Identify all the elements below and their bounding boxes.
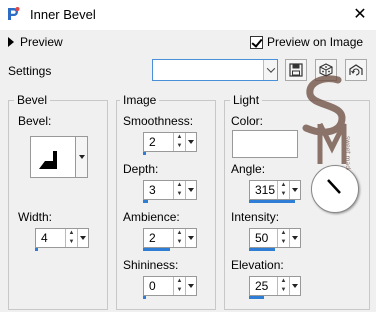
smoothness-level-bar: [143, 152, 147, 155]
checkbox-checked-icon[interactable]: [250, 35, 263, 49]
bevel-label: Bevel:: [18, 114, 52, 128]
dropdown-arrow-icon[interactable]: [77, 229, 88, 247]
spin-down-icon[interactable]: ▼: [174, 238, 185, 247]
dial-needle-icon: [327, 179, 341, 194]
width-spinner[interactable]: 4 ▲ ▼: [35, 228, 89, 251]
settings-label: Settings: [8, 64, 52, 78]
depth-label: Depth:: [123, 162, 159, 176]
width-label: Width:: [18, 210, 53, 224]
spin-down-icon[interactable]: ▼: [174, 190, 185, 199]
smoothness-spinner[interactable]: 2 ▲ ▼: [143, 132, 197, 155]
dropdown-arrow-icon[interactable]: [185, 133, 196, 151]
preview-on-image-checkbox[interactable]: Preview on Image: [250, 35, 363, 49]
bevel-group: [8, 100, 108, 310]
smoothness-label: Smoothness:: [123, 114, 194, 128]
preview-label: Preview: [20, 35, 63, 49]
width-value[interactable]: 4: [36, 229, 65, 247]
preview-on-image-label: Preview on Image: [267, 35, 364, 49]
shininess-label: Shininess:: [123, 258, 179, 272]
bevel-shape-icon: [39, 151, 57, 169]
watermark-logo: sweet made: [302, 75, 351, 170]
preview-toggle[interactable]: Preview: [8, 35, 63, 49]
chevron-down-icon[interactable]: [263, 60, 277, 80]
angle-label: Angle:: [231, 162, 266, 176]
expand-arrow-icon: [8, 37, 14, 47]
shininess-spinner[interactable]: 0 ▲ ▼: [143, 276, 197, 299]
shininess-level-bar: [143, 296, 147, 299]
spin-up-icon[interactable]: ▲: [278, 277, 289, 286]
bevel-shape-preview[interactable]: [30, 136, 76, 178]
ambience-level-bar: [143, 248, 170, 251]
dropdown-arrow-icon[interactable]: [289, 181, 300, 199]
angle-level-bar: [249, 200, 295, 203]
spin-down-icon[interactable]: ▼: [278, 238, 289, 247]
width-level-bar: [35, 248, 39, 251]
smoothness-value[interactable]: 2: [144, 133, 173, 151]
intensity-label: Intensity:: [231, 210, 280, 224]
depth-level-bar: [143, 200, 149, 203]
app-icon: [8, 7, 20, 20]
spin-up-icon[interactable]: ▲: [278, 181, 289, 190]
image-group-title: Image: [120, 93, 160, 107]
bevel-dropdown-button[interactable]: [76, 136, 88, 178]
angle-spinner[interactable]: 315 ▲ ▼: [249, 180, 301, 203]
spin-down-icon[interactable]: ▼: [278, 286, 289, 295]
color-label: Color:: [231, 114, 264, 128]
elevation-label: Elevation:: [231, 258, 284, 272]
spin-down-icon[interactable]: ▼: [66, 238, 77, 247]
close-button[interactable]: ✕: [350, 5, 370, 25]
depth-value[interactable]: 3: [144, 181, 173, 199]
spin-up-icon[interactable]: ▲: [174, 181, 185, 190]
spin-up-icon[interactable]: ▲: [174, 277, 185, 286]
spin-down-icon[interactable]: ▼: [174, 142, 185, 151]
settings-combo[interactable]: [152, 59, 278, 81]
intensity-spinner[interactable]: 50 ▲ ▼: [249, 228, 301, 251]
angle-dial[interactable]: [311, 165, 359, 213]
elevation-level-bar: [249, 296, 264, 299]
light-color-swatch[interactable]: [232, 130, 298, 158]
intensity-value[interactable]: 50: [250, 229, 277, 247]
spin-up-icon[interactable]: ▲: [66, 229, 77, 238]
light-group-title: Light: [230, 93, 263, 107]
window-title: Inner Bevel: [30, 7, 96, 22]
ambience-value[interactable]: 2: [144, 229, 173, 247]
spin-up-icon[interactable]: ▲: [174, 229, 185, 238]
dropdown-arrow-icon[interactable]: [185, 181, 196, 199]
elevation-spinner[interactable]: 25 ▲ ▼: [249, 276, 301, 299]
dropdown-arrow-icon[interactable]: [289, 277, 300, 295]
bevel-group-title: Bevel: [14, 93, 51, 107]
shininess-value[interactable]: 0: [144, 277, 173, 295]
spin-up-icon[interactable]: ▲: [174, 133, 185, 142]
spin-down-icon[interactable]: ▼: [174, 286, 185, 295]
dropdown-arrow-icon[interactable]: [185, 277, 196, 295]
elevation-value[interactable]: 25: [250, 277, 277, 295]
ambience-spinner[interactable]: 2 ▲ ▼: [143, 228, 197, 251]
ambience-label: Ambience:: [123, 210, 180, 224]
dropdown-arrow-icon[interactable]: [289, 229, 300, 247]
depth-spinner[interactable]: 3 ▲ ▼: [143, 180, 197, 203]
intensity-level-bar: [249, 248, 275, 251]
dropdown-arrow-icon[interactable]: [185, 229, 196, 247]
spin-down-icon[interactable]: ▼: [278, 190, 289, 199]
angle-value[interactable]: 315: [250, 181, 277, 199]
spin-up-icon[interactable]: ▲: [278, 229, 289, 238]
svg-text:sweet made: sweet made: [344, 136, 351, 170]
